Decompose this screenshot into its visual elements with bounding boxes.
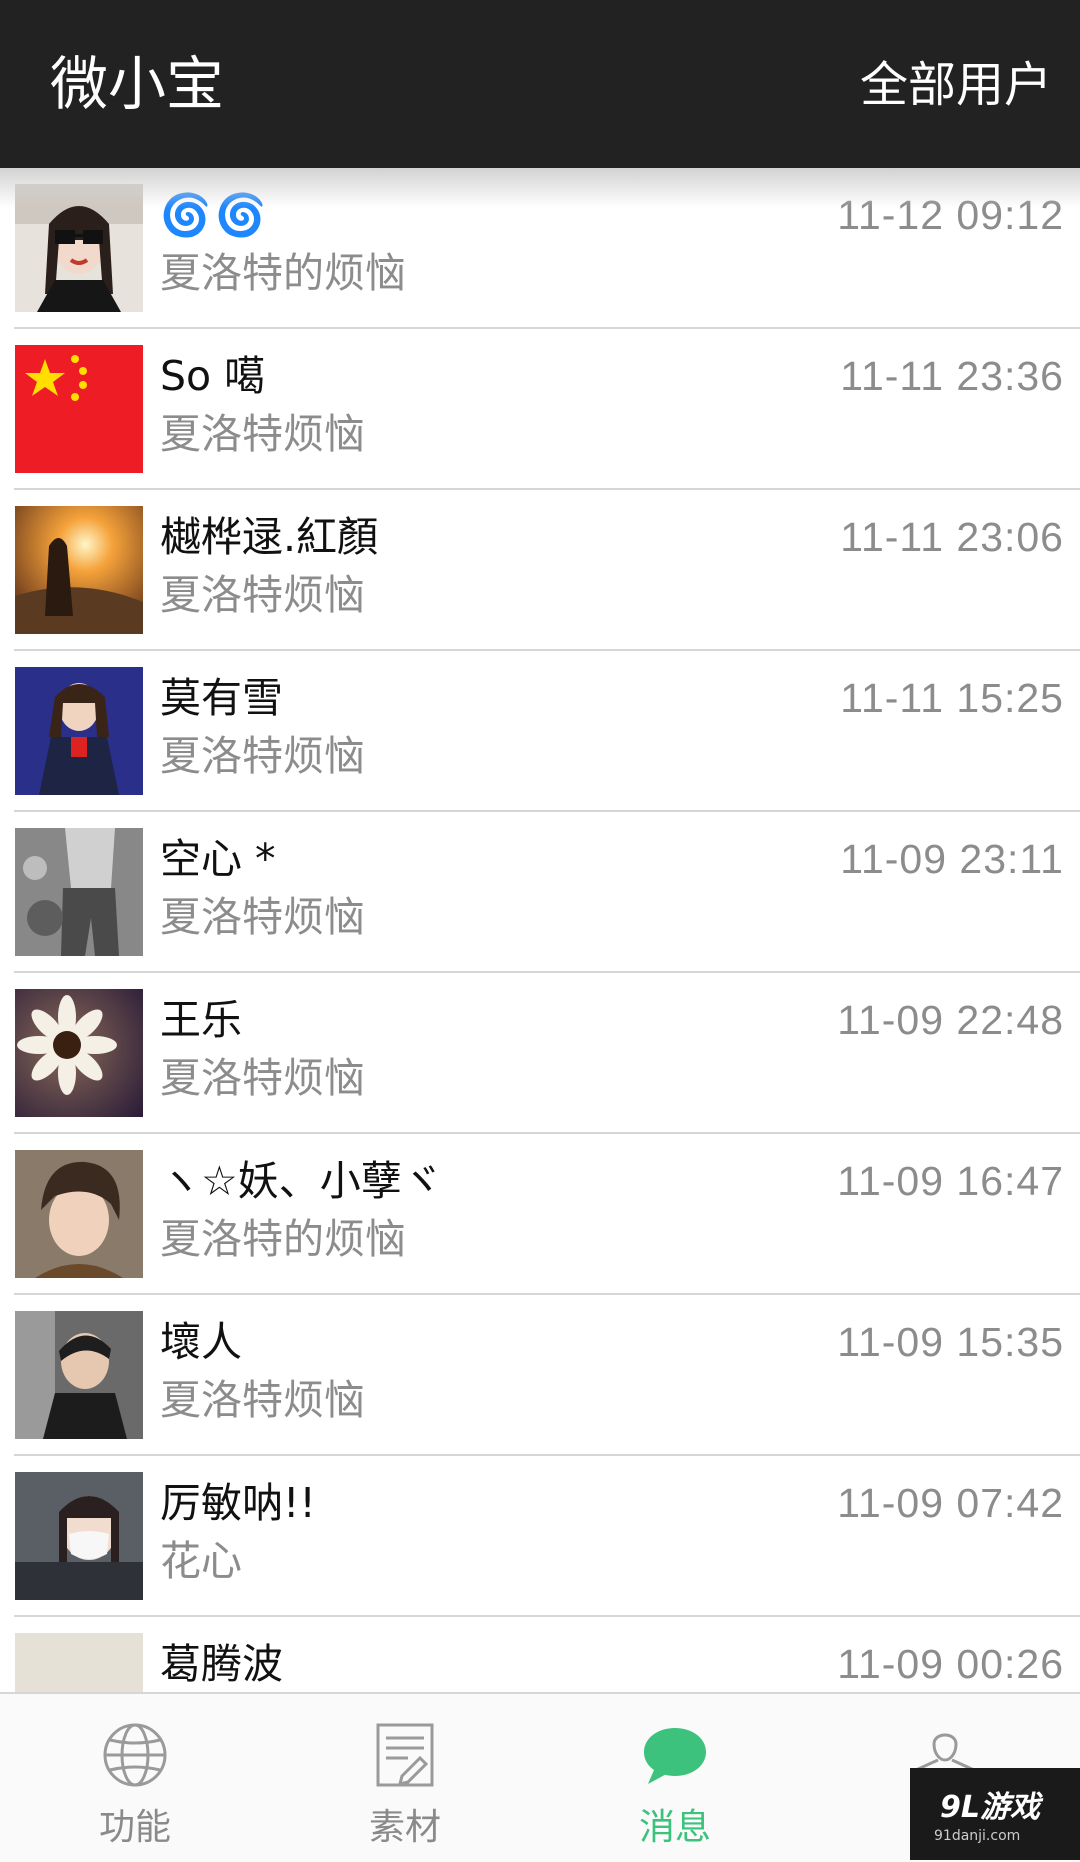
- chat-bubble-icon: [644, 1728, 706, 1784]
- message-preview: 夏洛特的烦恼: [160, 249, 406, 297]
- document-edit-icon: [376, 1723, 434, 1787]
- message-time: 11-09 16:47: [837, 1158, 1064, 1204]
- avatar: [15, 667, 143, 795]
- message-row[interactable]: 莫有雪 夏洛特烦恼 11-11 15:25: [0, 651, 1080, 812]
- globe-icon: [103, 1723, 167, 1787]
- contact-name: So 噶: [160, 352, 266, 400]
- message-time: 11-11 15:25: [840, 675, 1064, 721]
- message-row[interactable]: So 噶 夏洛特烦恼 11-11 23:36: [0, 329, 1080, 490]
- contact-name: 厉敏呐!!: [160, 1479, 316, 1527]
- avatar: [15, 184, 143, 312]
- message-time: 11-11 23:36: [840, 353, 1064, 399]
- watermark-brand: 9L游戏: [940, 1790, 1040, 1825]
- contact-name: 🌀🌀: [160, 191, 271, 239]
- contact-name: ヽ☆妖、小孽ヾ: [160, 1157, 443, 1205]
- avatar: [15, 1472, 143, 1600]
- message-time: 11-09 00:26: [837, 1641, 1064, 1687]
- avatar: [15, 1311, 143, 1439]
- watermark-url: 91danji.com: [934, 1828, 1021, 1844]
- avatar: [15, 828, 143, 956]
- message-time: 11-11 23:06: [840, 514, 1064, 560]
- tab-materials[interactable]: 素材: [270, 1694, 540, 1862]
- message-preview: 夏洛特烦恼: [160, 1376, 365, 1424]
- contact-name: 空心 *: [160, 835, 276, 883]
- message-row[interactable]: ヽ☆妖、小孽ヾ 夏洛特的烦恼 11-09 16:47: [0, 1134, 1080, 1295]
- message-row[interactable]: 葛腾波 11-09 00:26: [0, 1617, 1080, 1692]
- contact-name: 莫有雪: [160, 674, 283, 722]
- avatar: [15, 989, 143, 1117]
- contact-name: 葛腾波: [160, 1640, 283, 1688]
- message-row[interactable]: 🌀🌀 夏洛特的烦恼 11-12 09:12: [0, 168, 1080, 329]
- message-row[interactable]: 空心 * 夏洛特烦恼 11-09 23:11: [0, 812, 1080, 973]
- message-time: 11-09 15:35: [837, 1319, 1064, 1365]
- message-time: 11-09 23:11: [840, 836, 1064, 882]
- message-preview: 夏洛特烦恼: [160, 893, 365, 941]
- tab-label: 消息: [638, 1807, 711, 1848]
- message-row[interactable]: 壞人 夏洛特烦恼 11-09 15:35: [0, 1295, 1080, 1456]
- tab-messages[interactable]: 消息: [540, 1694, 810, 1862]
- message-preview: 夏洛特烦恼: [160, 571, 365, 619]
- app-bar: 微小宝 全部用户: [0, 0, 1080, 168]
- avatar: [15, 1150, 143, 1278]
- message-preview: 夏洛特烦恼: [160, 410, 365, 458]
- avatar: [15, 506, 143, 634]
- message-list[interactable]: 🌀🌀 夏洛特的烦恼 11-12 09:12 So 噶 夏洛特烦恼 11-11 2…: [0, 168, 1080, 1692]
- app-title: 微小宝: [50, 50, 225, 118]
- message-time: 11-12 09:12: [837, 192, 1064, 238]
- message-row[interactable]: 王乐 夏洛特烦恼 11-09 22:48: [0, 973, 1080, 1134]
- message-time: 11-09 07:42: [837, 1480, 1064, 1526]
- watermark-logo: 9L游戏 91danji.com: [910, 1768, 1080, 1860]
- avatar: [15, 1633, 143, 1692]
- message-preview: 夏洛特烦恼: [160, 732, 365, 780]
- message-preview: 夏洛特烦恼: [160, 1054, 365, 1102]
- tab-label: 功能: [98, 1807, 171, 1848]
- avatar: [15, 345, 143, 473]
- all-users-button[interactable]: 全部用户: [860, 52, 1052, 118]
- contact-name: 壞人: [160, 1318, 242, 1366]
- message-row[interactable]: 厉敏呐!! 花心 11-09 07:42: [0, 1456, 1080, 1617]
- message-preview: 夏洛特的烦恼: [160, 1215, 406, 1263]
- message-time: 11-09 22:48: [837, 997, 1064, 1043]
- message-row[interactable]: 樾桦逯.紅顏 夏洛特烦恼 11-11 23:06: [0, 490, 1080, 651]
- message-preview: 花心: [160, 1537, 242, 1585]
- tab-label: 素材: [368, 1807, 441, 1848]
- contact-name: 樾桦逯.紅顏: [160, 513, 379, 561]
- contact-name: 王乐: [160, 996, 242, 1044]
- tab-functions[interactable]: 功能: [0, 1694, 270, 1862]
